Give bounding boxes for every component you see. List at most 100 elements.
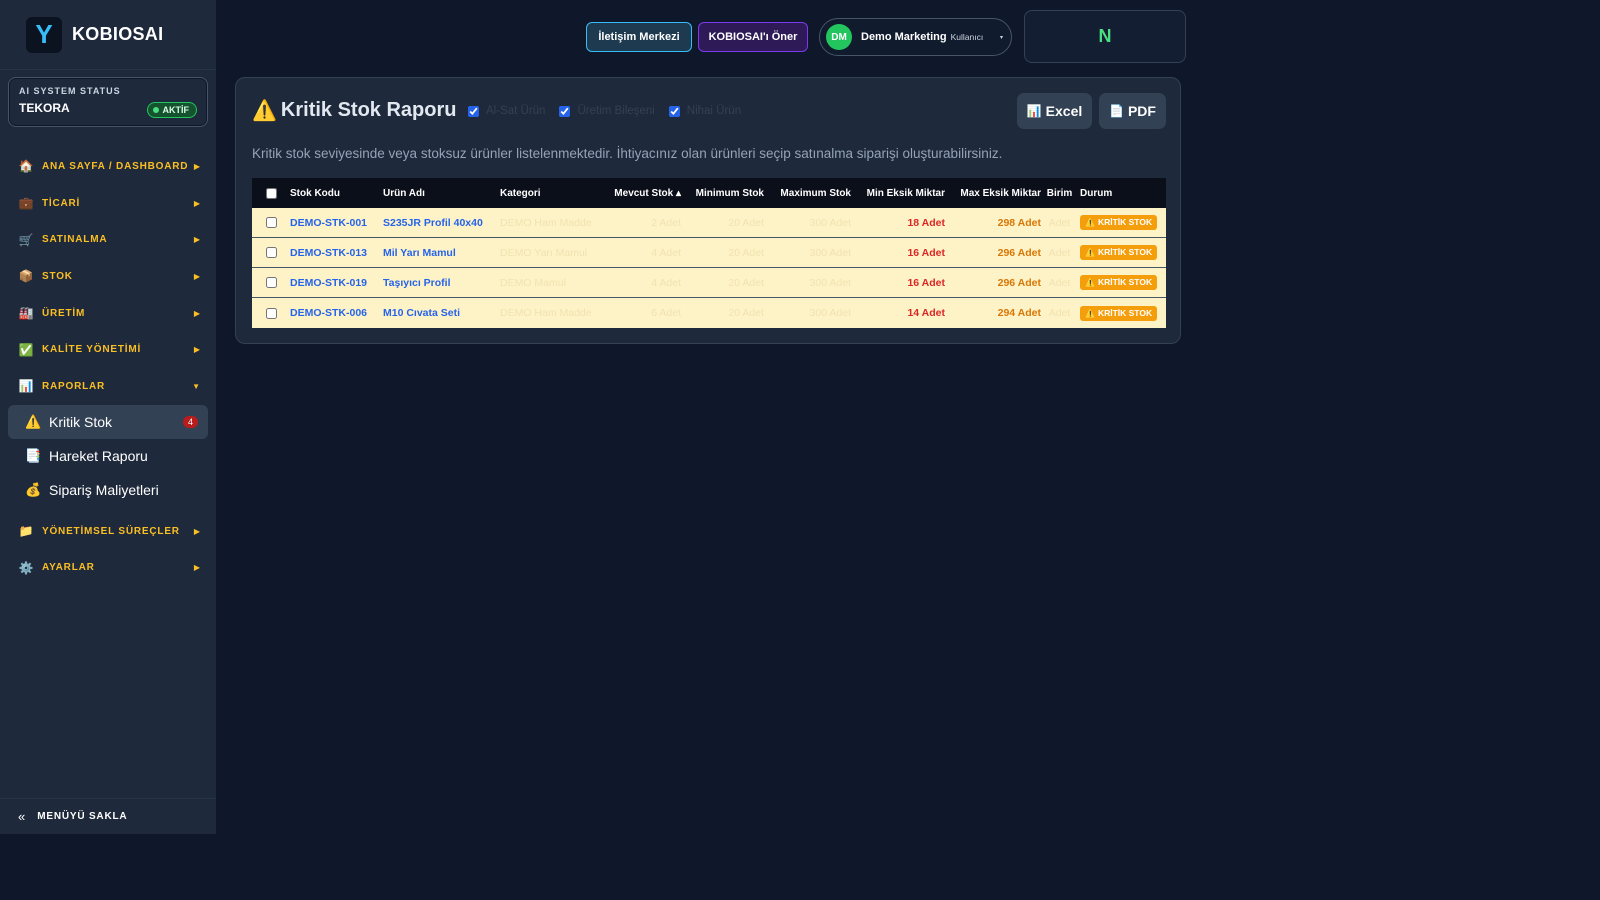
sidebar-item-label: ÜRETİM: [42, 307, 86, 319]
row-checkbox[interactable]: [265, 307, 277, 319]
double-chevron-left-icon: «: [18, 809, 26, 824]
filter-al-sat-checkbox[interactable]: [468, 105, 479, 117]
sidebar-item-uretim[interactable]: 🏭 ÜRETİM ▶: [0, 295, 216, 332]
chevron-right-icon: ▶: [193, 161, 200, 171]
money-bag-icon: 💰: [25, 481, 42, 497]
table-row: DEMO-STK-019 Taşıyıcı Profil DEMO Mamul …: [252, 268, 1166, 298]
column-header[interactable]: Stok Kodu: [290, 188, 383, 199]
column-header[interactable]: Min Eksik Miktar: [851, 188, 945, 199]
category-cell: DEMO Mamul: [500, 276, 566, 289]
sidebar: Y KOBIOSAI AI SYSTEM STATUS TEKORA AKTİF…: [0, 0, 216, 834]
chevron-right-icon: ▶: [193, 563, 200, 573]
excel-export-label: Excel: [1045, 103, 1083, 119]
min-missing-cell: 16 Adet: [907, 246, 945, 259]
sidebar-item-raporlar[interactable]: 📊 RAPORLAR ▼: [0, 368, 216, 405]
row-select-cell: [252, 277, 290, 288]
sidebar-subitem-hareket-raporu[interactable]: 📑 Hareket Raporu: [8, 439, 208, 473]
min-missing-cell: 18 Adet: [907, 216, 945, 229]
max-stock-cell: 300 Adet: [809, 246, 851, 259]
chevron-right-icon: ▶: [193, 345, 200, 355]
row-checkbox[interactable]: [265, 217, 277, 228]
sidebar-subitem-label: Sipariş Maliyetleri: [49, 481, 159, 498]
product-name-link[interactable]: S235JR Profil 40x40: [383, 217, 500, 229]
column-header[interactable]: Birim: [1041, 188, 1078, 199]
unit-cell: Adet: [1048, 216, 1071, 229]
status-cell: ⚠️ KRİTİK STOK: [1078, 305, 1164, 321]
stock-code-link[interactable]: DEMO-STK-006: [290, 307, 383, 319]
user-menu[interactable]: DM Demo Marketing Kullanıcı ▾: [819, 18, 1012, 56]
filter-al-sat[interactable]: Al-Sat Ürün: [468, 105, 545, 117]
contact-center-button[interactable]: İletişim Merkezi: [586, 22, 692, 52]
suggest-button[interactable]: KOBIOSAI'ı Öner: [698, 22, 808, 52]
filter-uretim-bileseni[interactable]: Üretim Bileşeni: [559, 105, 655, 117]
chart-icon: 📊: [18, 379, 34, 394]
product-name-link[interactable]: Taşıyıcı Profil: [383, 277, 500, 289]
status-badge: ⚠️ KRİTİK STOK: [1080, 275, 1158, 290]
column-header[interactable]: Maximum Stok: [764, 188, 851, 199]
chevron-right-icon: ▶: [193, 235, 200, 245]
sidebar-subitem-label: Hareket Raporu: [49, 447, 148, 464]
brand[interactable]: Y KOBIOSAI: [0, 0, 216, 70]
filter-nihai-urun-checkbox[interactable]: [668, 105, 680, 117]
filter-label: Nihai Ürün: [686, 105, 742, 117]
sidebar-subitem-label: Kritik Stok: [49, 413, 113, 430]
avatar: DM: [826, 24, 852, 50]
product-type-filters: Al-Sat Ürün Üretim Bileşeni Nihai Ürün: [468, 105, 755, 117]
stock-code-link[interactable]: DEMO-STK-013: [290, 247, 383, 259]
row-select-cell: [252, 247, 290, 258]
product-name-link[interactable]: Mil Yarı Mamul: [383, 247, 500, 259]
warning-icon: ⚠️: [25, 413, 42, 429]
sidebar-subitem-siparis-maliyetleri[interactable]: 💰 Sipariş Maliyetleri: [8, 473, 208, 507]
sidebar-subitem-kritik-stok[interactable]: ⚠️ Kritik Stok 4: [8, 404, 208, 439]
document-icon: 📄: [1109, 104, 1124, 118]
table-row: DEMO-STK-006 M10 Cıvata Seti DEMO Ham Ma…: [252, 298, 1166, 328]
row-checkbox[interactable]: [265, 277, 277, 288]
sidebar-item-label: AYARLAR: [42, 562, 95, 574]
column-header-sorted[interactable]: Mevcut Stok ▴: [607, 188, 681, 199]
status-cell: ⚠️ KRİTİK STOK: [1078, 215, 1164, 230]
min-stock-cell: 20 Adet: [728, 216, 764, 229]
sidebar-item-kalite[interactable]: ✅ KALİTE YÖNETİMİ ▶: [0, 331, 216, 368]
pdf-export-button[interactable]: 📄 PDF: [1099, 93, 1166, 129]
sidebar-item-stok[interactable]: 📦 STOK ▶: [0, 258, 216, 295]
filter-uretim-bileseni-checkbox[interactable]: [559, 105, 571, 117]
select-all-checkbox[interactable]: [265, 187, 277, 199]
brand-name: KOBIOSAI: [72, 24, 164, 44]
status-badge: ⚠️ KRİTİK STOK: [1080, 245, 1158, 260]
column-header[interactable]: Minimum Stok: [681, 188, 764, 199]
user-name: Demo Marketing: [861, 31, 947, 43]
notification-box[interactable]: N: [1024, 10, 1186, 63]
stock-code-link[interactable]: DEMO-STK-001: [290, 217, 383, 229]
column-header[interactable]: Kategori: [500, 188, 607, 199]
sidebar-item-label: SATINALMA: [42, 234, 108, 246]
row-checkbox[interactable]: [265, 247, 277, 258]
unit-cell: Adet: [1048, 307, 1071, 319]
category-cell: DEMO Ham Madde: [500, 307, 592, 319]
product-name-link[interactable]: M10 Cıvata Seti: [383, 307, 500, 319]
min-missing-cell: 14 Adet: [907, 307, 945, 319]
sidebar-item-label: ANA SAYFA / DASHBOARD: [42, 160, 189, 172]
count-badge: 4: [182, 415, 198, 428]
column-header[interactable]: Max Eksik Miktar: [945, 188, 1041, 199]
sidebar-item-ticari[interactable]: 💼 TİCARİ ▶: [0, 185, 216, 222]
sidebar-item-yonetimsel[interactable]: 📁 YÖNETİMSEL SÜREÇLER ▶: [0, 513, 216, 550]
table-row: DEMO-STK-001 S235JR Profil 40x40 DEMO Ha…: [252, 208, 1166, 238]
sidebar-item-dashboard[interactable]: 🏠 ANA SAYFA / DASHBOARD ▶: [0, 148, 216, 185]
sidebar-item-ayarlar[interactable]: ⚙️ AYARLAR ▶: [0, 550, 216, 587]
max-missing-cell: 298 Adet: [997, 216, 1041, 229]
excel-export-button[interactable]: 📊 Excel: [1017, 93, 1092, 129]
column-header[interactable]: Ürün Adı: [383, 188, 500, 199]
folder-icon: 📁: [18, 524, 34, 539]
row-select-cell: [252, 307, 290, 319]
filter-nihai-urun[interactable]: Nihai Ürün: [668, 105, 742, 117]
filter-label: Al-Sat Ürün: [486, 105, 546, 117]
hide-menu-button[interactable]: « MENÜYÜ SAKLA: [0, 798, 216, 834]
sidebar-item-satinalma[interactable]: 🛒 SATINALMA ▶: [0, 221, 216, 258]
spreadsheet-icon: 📊: [1026, 104, 1042, 118]
table-header: Stok Kodu Ürün Adı Kategori Mevcut Stok …: [252, 178, 1166, 208]
caret-down-icon: ▾: [999, 34, 1003, 41]
ai-status-badge: AKTİF: [146, 102, 197, 118]
column-header[interactable]: Durum: [1078, 188, 1164, 199]
stock-code-link[interactable]: DEMO-STK-019: [290, 277, 383, 289]
cart-icon: 🛒: [18, 232, 34, 247]
